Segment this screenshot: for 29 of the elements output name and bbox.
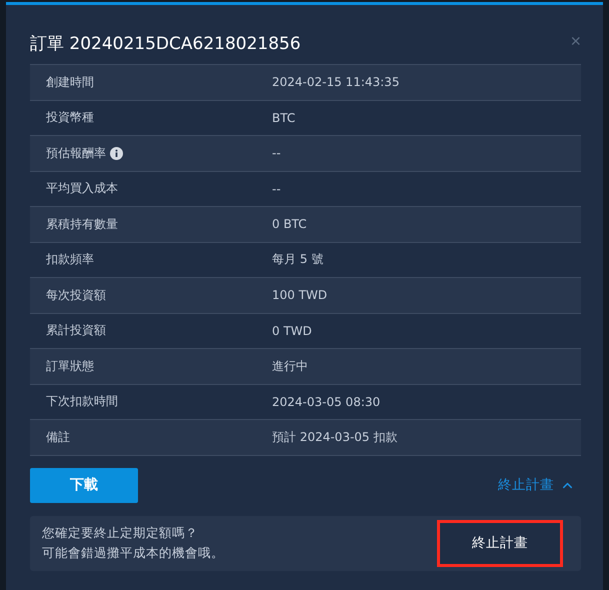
detail-label: 創建時間 [46, 74, 94, 91]
detail-value: 0 BTC [272, 217, 307, 232]
detail-value: 2024-02-15 11:43:35 [272, 75, 400, 90]
detail-value: 0 TWD [272, 324, 312, 338]
detail-label: 扣款頻率 [46, 251, 94, 268]
detail-value: BTC [272, 110, 296, 125]
detail-label: 訂單狀態 [46, 358, 94, 375]
stop-plan-toggle[interactable]: 終止計畫 [498, 476, 581, 494]
detail-label: 平均買入成本 [46, 180, 118, 198]
detail-label: 備註 [46, 428, 70, 446]
detail-value: -- [272, 146, 281, 160]
detail-value: 100 TWD [272, 288, 328, 302]
info-icon[interactable] [110, 146, 123, 160]
detail-label: 投資幣種 [46, 109, 94, 126]
download-button[interactable]: 下載 [30, 468, 138, 502]
confirm-message: 您確定要終止定期定額嗎？ 可能會錯過攤平成本的機會哦。 [42, 524, 224, 562]
detail-label: 每次投資額 [46, 286, 106, 304]
detail-value: 2024-03-05 08:30 [272, 394, 380, 409]
close-button[interactable]: × [570, 31, 581, 52]
detail-value: 每月 5 號 [272, 251, 324, 268]
detail-value: 進行中 [272, 358, 308, 375]
detail-label: 累積持有數量 [46, 216, 118, 233]
detail-value: 預計 2024-03-05 扣款 [272, 428, 398, 446]
detail-label: 下次扣款時間 [46, 393, 118, 410]
detail-label: 預估報酬率 [46, 144, 106, 162]
detail-value: -- [272, 182, 281, 196]
dialog-title: 訂單 20240215DCA6218021856 [30, 33, 301, 56]
detail-label: 累計投資額 [46, 322, 106, 340]
stop-plan-button[interactable]: 終止計畫 [437, 520, 563, 566]
